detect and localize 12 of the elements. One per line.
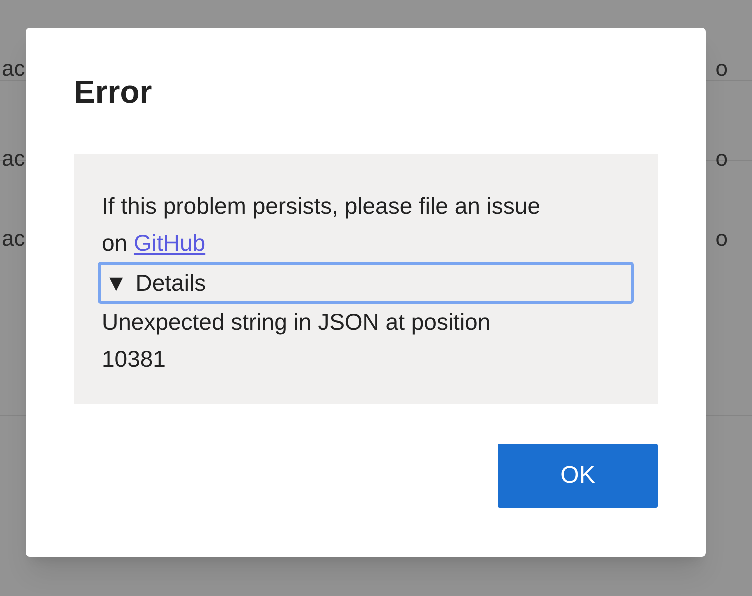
dialog-title: Error	[74, 73, 154, 112]
list-text: o	[716, 58, 728, 80]
list-text: o	[716, 148, 728, 170]
details-text: Unexpected string in JSON at position 10381	[102, 308, 492, 374]
ok-button[interactable]: OK	[498, 444, 658, 508]
list-text: ac	[2, 228, 26, 250]
list-text: ac	[2, 58, 26, 80]
message-text: If this problem persists, please file an issue on GitHub	[102, 192, 542, 258]
list-text: o	[716, 228, 728, 250]
details-toggle[interactable]: ▼ Details	[98, 262, 634, 304]
github-link[interactable]: GitHub	[134, 230, 206, 256]
list-text: ac	[2, 148, 26, 170]
